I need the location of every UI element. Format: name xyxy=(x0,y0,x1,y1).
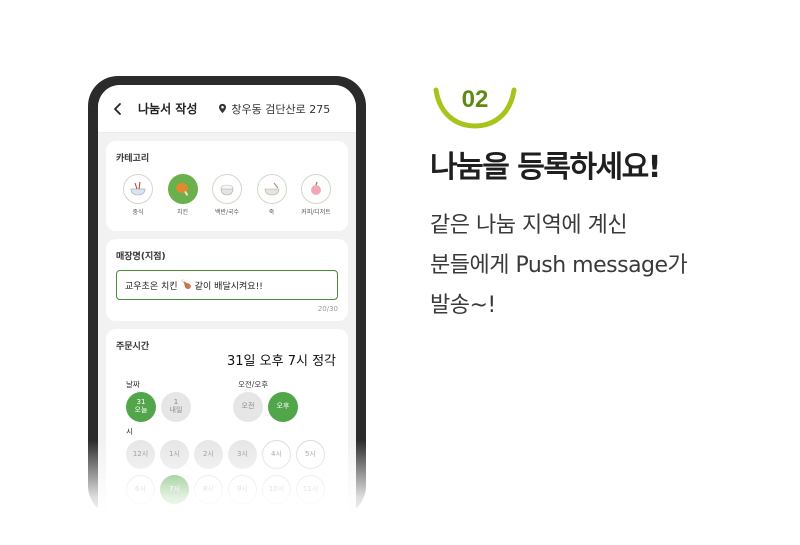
location-pin-icon xyxy=(219,103,227,114)
location-text: 창우동 검단산로 275 xyxy=(231,102,331,116)
order-time-card: 주문시간 31일 오후 7시 정각 날짜 오전/오후 31 오늘 1 내일 오전 xyxy=(106,329,348,516)
category-item-rice-noodle[interactable]: 백반/국수 xyxy=(209,174,245,216)
hour-chip[interactable]: 10시 xyxy=(262,475,291,504)
store-name-input[interactable]: 교우초온 치킨 🍗 같이 배달시켜요!! xyxy=(116,270,338,300)
location-selector[interactable]: 창우동 검단산로 275 xyxy=(217,101,330,117)
noodle-bowl-icon xyxy=(130,181,146,196)
step-number: 02 xyxy=(461,86,489,113)
hours-row-1: 12시 1시 2시 3시 4시 5시 xyxy=(126,440,338,469)
category-item-chinese[interactable]: 중식 xyxy=(120,174,156,216)
store-label: 매장명(지점) xyxy=(116,252,166,262)
phone-mockup: 나눔서 작성 창우동 검단산로 275 카테고리 중식 치킨 백반/국수 죽 커… xyxy=(88,76,366,516)
order-time-summary: 31일 오후 7시 정각 xyxy=(227,354,336,369)
chicken-icon xyxy=(175,183,188,196)
rice-bowl-icon xyxy=(220,184,234,196)
hour-chip[interactable]: 9시 xyxy=(228,475,257,504)
hours-row-2: 6시 7시 8시 9시 10시 11시 xyxy=(126,475,338,504)
category-item-dessert[interactable]: 커피/디저트 xyxy=(298,174,334,216)
hour-chip[interactable]: 11시 xyxy=(296,475,325,504)
category-item-chicken[interactable]: 치킨 xyxy=(165,174,201,216)
hour-chip[interactable]: 6시 xyxy=(126,475,155,504)
ampm-chip-am[interactable]: 오전 xyxy=(233,392,263,422)
back-arrow-icon[interactable] xyxy=(106,97,130,121)
ampm-chip-pm[interactable]: 오후 xyxy=(268,392,298,422)
char-counter: 20/30 xyxy=(317,305,338,313)
hour-chip[interactable]: 3시 xyxy=(228,440,257,469)
hour-chip[interactable]: 1시 xyxy=(160,440,189,469)
hour-chip-selected[interactable]: 7시 xyxy=(160,475,189,504)
date-label: 날짜 xyxy=(126,380,140,389)
dessert-icon xyxy=(311,181,321,195)
ampm-label: 오전/오후 xyxy=(238,380,269,389)
promo-description: 같은 나눔 지역에 계신 분들에게 Push message가 발송~! xyxy=(430,213,688,318)
page-title: 나눔서 작성 xyxy=(138,102,198,116)
date-chip-tomorrow[interactable]: 1 내일 xyxy=(161,392,191,422)
hour-label: 시 xyxy=(126,427,133,436)
hour-chip[interactable]: 4시 xyxy=(262,440,291,469)
hour-chip[interactable]: 2시 xyxy=(194,440,223,469)
category-label: 카테고리 xyxy=(116,154,150,164)
porridge-icon xyxy=(264,182,279,196)
promo-headline: 나눔을 등록하세요! xyxy=(430,150,661,185)
category-list: 중식 치킨 백반/국수 죽 커피/디저트 xyxy=(116,174,338,216)
hour-chip[interactable]: 12시 xyxy=(126,440,155,469)
date-ampm-row: 31 오늘 1 내일 오전 오후 xyxy=(116,392,338,422)
category-item-porridge[interactable]: 죽 xyxy=(254,174,290,216)
hour-chip[interactable]: 5시 xyxy=(296,440,325,469)
store-card: 매장명(지점) 교우초온 치킨 🍗 같이 배달시켜요!! 20/30 xyxy=(106,239,348,321)
category-card: 카테고리 중식 치킨 백반/국수 죽 커피/디저트 xyxy=(106,141,348,231)
app-screen: 나눔서 작성 창우동 검단산로 275 카테고리 중식 치킨 백반/국수 죽 커… xyxy=(98,85,356,516)
app-header: 나눔서 작성 창우동 검단산로 275 xyxy=(98,85,356,133)
drumstick-emoji-icon: 🍗 xyxy=(180,280,192,290)
hour-chip[interactable]: 8시 xyxy=(194,475,223,504)
date-chip-today[interactable]: 31 오늘 xyxy=(126,392,156,422)
